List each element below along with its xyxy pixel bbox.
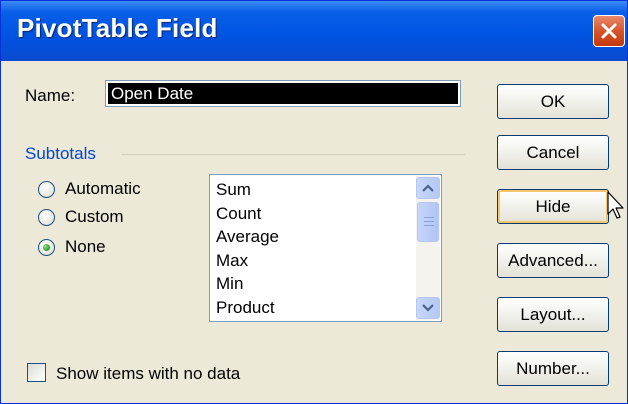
layout-button[interactable]: Layout... — [497, 297, 609, 332]
advanced-button[interactable]: Advanced... — [497, 243, 609, 278]
scroll-thumb-grip — [424, 225, 434, 226]
chevron-up-icon — [422, 184, 434, 192]
subtotals-group-label: Subtotals — [25, 144, 96, 163]
cancel-button[interactable]: Cancel — [497, 135, 609, 170]
list-item-count[interactable]: Count — [216, 202, 279, 226]
subtotal-functions-listbox[interactable]: Sum Count Average Max Min Product — [209, 174, 442, 322]
listbox-scrollbar[interactable] — [416, 176, 440, 320]
dialog-title: PivotTable Field — [17, 13, 218, 43]
radio-none[interactable] — [38, 239, 55, 256]
scroll-thumb-grip — [424, 221, 434, 222]
close-x-icon — [601, 23, 617, 39]
scroll-thumb[interactable] — [417, 202, 439, 242]
radio-none-selected-dot — [43, 244, 50, 251]
name-input[interactable]: Open Date — [105, 80, 461, 107]
show-items-no-data-label[interactable]: Show items with no data — [56, 364, 240, 384]
name-label: Name: — [25, 86, 76, 105]
subtotal-functions-list: Sum Count Average Max Min Product — [216, 178, 279, 320]
list-item-sum[interactable]: Sum — [216, 178, 279, 202]
chevron-down-icon — [422, 304, 434, 312]
scroll-down-button[interactable] — [416, 297, 440, 319]
subtotals-divider — [121, 154, 465, 155]
list-item-product[interactable]: Product — [216, 296, 279, 320]
scroll-up-button[interactable] — [416, 177, 440, 199]
radio-none-label[interactable]: None — [65, 237, 106, 257]
hide-button[interactable]: Hide — [497, 189, 609, 224]
pivottable-field-dialog: PivotTable Field Name: Open Date Subtota… — [0, 0, 628, 404]
radio-custom-label[interactable]: Custom — [65, 207, 124, 227]
list-item-average[interactable]: Average — [216, 225, 279, 249]
scroll-thumb-grip — [424, 217, 434, 218]
radio-custom[interactable] — [38, 209, 55, 226]
radio-automatic-label[interactable]: Automatic — [65, 179, 141, 199]
title-bar[interactable]: PivotTable Field — [1, 1, 627, 61]
close-button[interactable] — [593, 15, 625, 47]
mouse-pointer-icon — [607, 191, 624, 219]
radio-automatic[interactable] — [38, 181, 55, 198]
number-button[interactable]: Number... — [497, 351, 609, 386]
list-item-min[interactable]: Min — [216, 272, 279, 296]
ok-button[interactable]: OK — [497, 84, 609, 119]
show-items-no-data-checkbox[interactable] — [27, 363, 46, 382]
name-input-value: Open Date — [108, 83, 458, 104]
list-item-max[interactable]: Max — [216, 249, 279, 273]
